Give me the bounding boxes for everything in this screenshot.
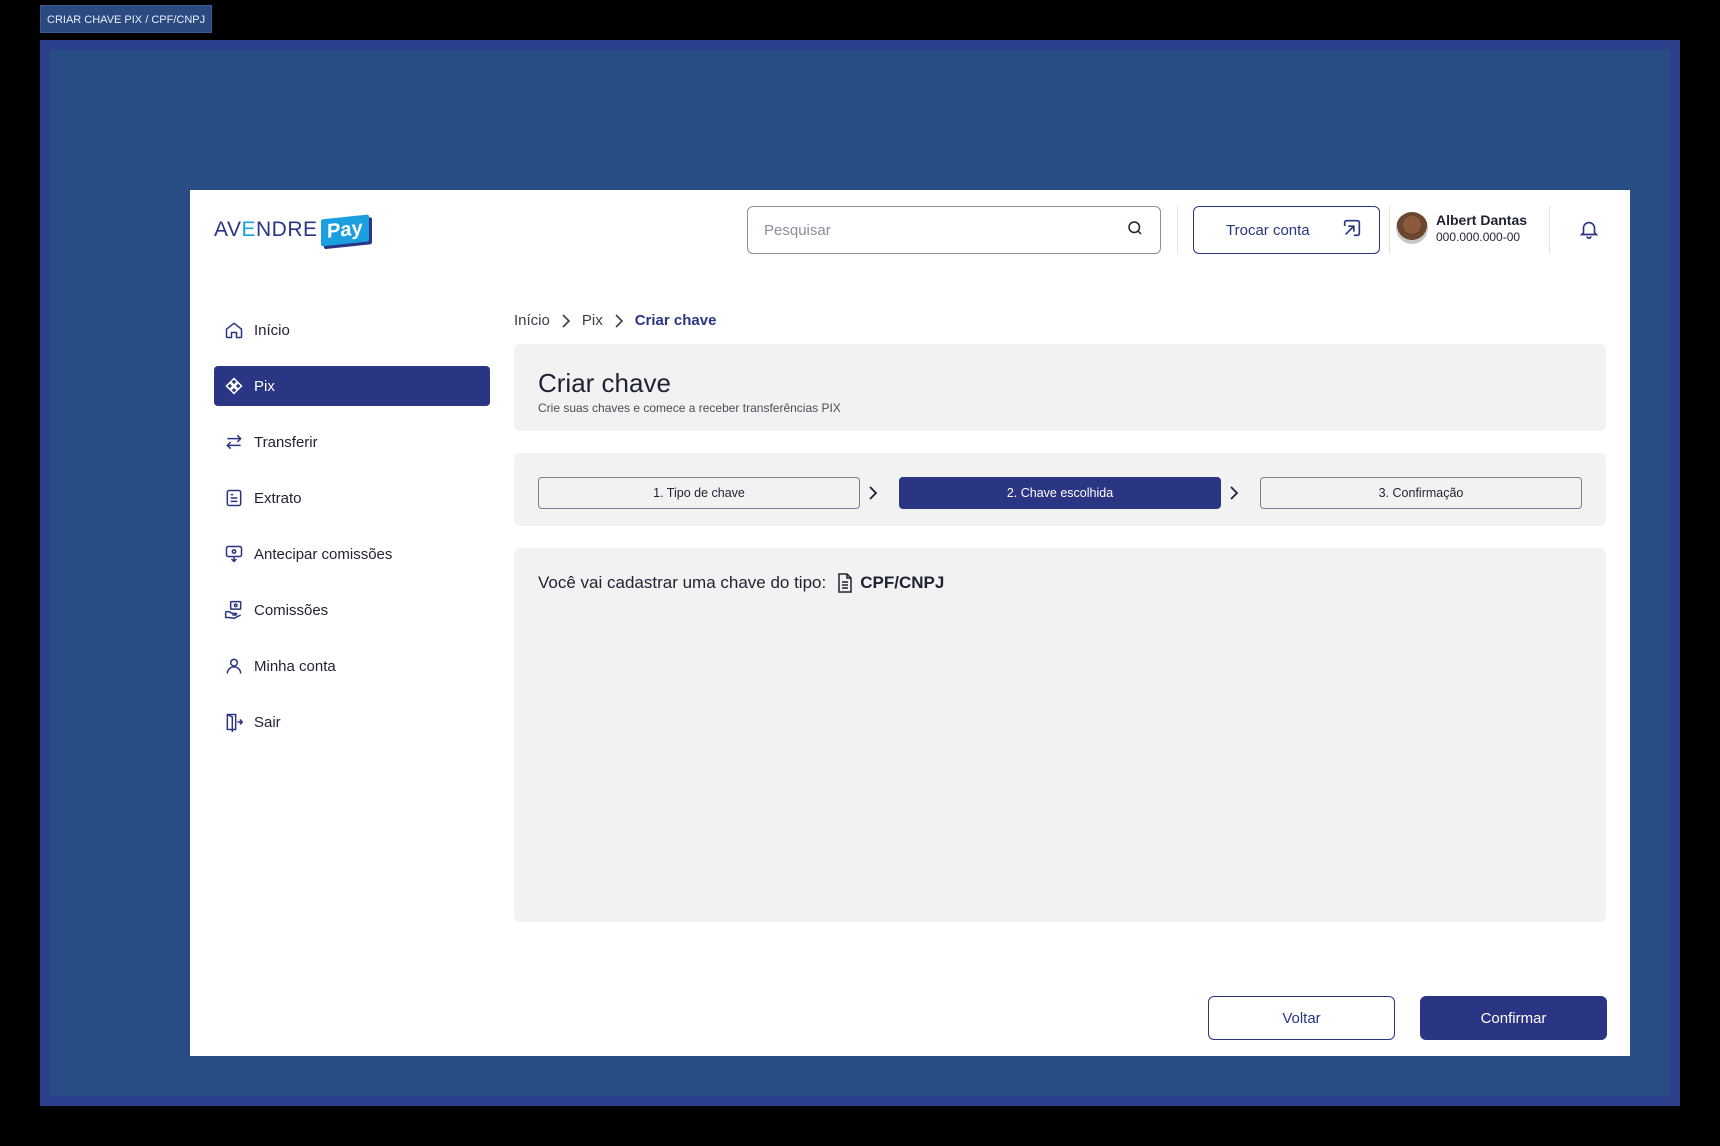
home-icon xyxy=(225,322,243,339)
step-confirmacao[interactable]: 3. Confirmação xyxy=(1260,477,1582,509)
stepper-card: 1. Tipo de chave 2. Chave escolhida 3. C… xyxy=(514,453,1606,526)
sidebar-item-label: Comissões xyxy=(254,601,329,619)
avatar[interactable] xyxy=(1396,212,1428,244)
page-subtitle: Crie suas chaves e comece a receber tran… xyxy=(538,401,841,415)
statement-icon xyxy=(226,489,242,507)
key-type-prompt: Você vai cadastrar uma chave do tipo: xyxy=(538,573,827,592)
sidebar-item-antecipar-comissoes[interactable]: Antecipar comissões xyxy=(214,534,490,574)
step-tipo-de-chave[interactable]: 1. Tipo de chave xyxy=(538,477,860,509)
bell-icon[interactable] xyxy=(1578,218,1600,245)
logo-text: AVENDRE xyxy=(214,218,318,241)
key-type-label: CPF/CNPJ xyxy=(860,573,945,592)
sidebar-item-label: Início xyxy=(254,321,290,339)
logout-icon xyxy=(226,713,244,732)
chevron-right-icon xyxy=(613,313,625,328)
breadcrumb-item-pix[interactable]: Pix xyxy=(582,312,603,329)
user-info: Albert Dantas 000.000.000-00 xyxy=(1436,212,1527,244)
sidebar-item-label: Pix xyxy=(254,377,275,395)
pix-icon xyxy=(225,377,243,395)
header-divider xyxy=(1549,206,1550,254)
sidebar-item-sair[interactable]: Sair xyxy=(214,702,490,742)
user-icon xyxy=(226,658,242,674)
back-button[interactable]: Voltar xyxy=(1208,996,1395,1040)
breadcrumb-item-current: Criar chave xyxy=(634,312,717,329)
switch-account-label: Trocar conta xyxy=(1226,221,1310,239)
user-name: Albert Dantas xyxy=(1436,212,1528,228)
content-card: Você vai cadastrar uma chave do tipo: CP… xyxy=(514,548,1606,922)
sidebar-item-label: Transferir xyxy=(254,433,318,451)
sidebar: Início Pix Transferir Extrato Antecipar … xyxy=(214,310,490,758)
search-icon[interactable] xyxy=(1126,219,1144,242)
sidebar-item-label: Sair xyxy=(254,713,281,731)
user-document: 000.000.000-00 xyxy=(1436,230,1521,244)
switch-account-button[interactable]: Trocar conta xyxy=(1193,206,1380,254)
commissions-icon xyxy=(224,600,242,620)
page-header-card: Criar chave Crie suas chaves e comece a … xyxy=(514,344,1606,431)
breadcrumb: Início Pix Criar chave xyxy=(514,312,716,329)
breadcrumb-item-inicio[interactable]: Início xyxy=(514,312,550,329)
sidebar-item-comissoes[interactable]: Comissões xyxy=(214,590,490,630)
header-divider xyxy=(1177,206,1178,254)
app-window: AVENDRE Pay Trocar conta Alb xyxy=(190,190,1630,1056)
external-arrow-icon xyxy=(1341,217,1363,243)
outer-frame: AVENDRE Pay Trocar conta Alb xyxy=(40,40,1680,1106)
sidebar-item-inicio[interactable]: Início xyxy=(214,310,490,350)
search-bar[interactable] xyxy=(747,206,1161,254)
logo[interactable]: AVENDRE Pay xyxy=(214,212,369,248)
chevron-right-icon xyxy=(1228,485,1240,506)
sidebar-item-label: Extrato xyxy=(254,489,302,507)
key-type-value: CPF/CNPJ xyxy=(836,573,944,593)
search-input[interactable] xyxy=(764,221,1126,239)
document-icon xyxy=(838,573,852,593)
user-profile[interactable]: Albert Dantas 000.000.000-00 xyxy=(1396,212,1527,244)
sidebar-item-pix[interactable]: Pix xyxy=(214,366,490,406)
anticipate-icon xyxy=(225,545,243,563)
sidebar-item-label: Minha conta xyxy=(254,657,336,675)
frame-label: CRIAR CHAVE PIX / CPF/CNPJ xyxy=(40,5,213,33)
transfer-icon xyxy=(226,434,242,450)
header-divider xyxy=(1389,206,1390,254)
sidebar-item-minha-conta[interactable]: Minha conta xyxy=(214,646,490,686)
key-type-info: Você vai cadastrar uma chave do tipo: CP… xyxy=(538,573,944,593)
chevron-right-icon xyxy=(867,485,879,506)
sidebar-item-label: Antecipar comissões xyxy=(254,545,393,563)
frame-background: AVENDRE Pay Trocar conta Alb xyxy=(50,50,1670,1096)
chevron-right-icon xyxy=(560,313,572,328)
confirm-button[interactable]: Confirmar xyxy=(1420,996,1607,1040)
step-chave-escolhida[interactable]: 2. Chave escolhida xyxy=(899,477,1221,509)
logo-pay-badge: Pay xyxy=(320,213,369,247)
sidebar-item-extrato[interactable]: Extrato xyxy=(214,478,490,518)
sidebar-item-transferir[interactable]: Transferir xyxy=(214,422,490,462)
page-title: Criar chave xyxy=(538,368,671,398)
